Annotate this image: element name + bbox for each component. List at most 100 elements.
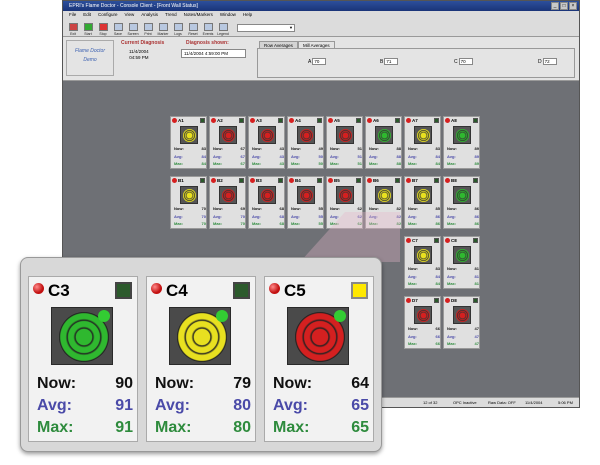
- events-button[interactable]: Events: [201, 20, 215, 36]
- burner-stats: Now: 68 Avg: 68 Max: 68: [252, 205, 284, 228]
- stat-label: Max:: [213, 161, 223, 166]
- menu-view[interactable]: View: [125, 11, 135, 19]
- burner-tile[interactable]: A8 Now: 89 Avg: 89 Max: 89: [443, 116, 480, 169]
- menu-bar: File Edit Configure View Analysis Trend Notes/…: [63, 11, 579, 19]
- menu-edit[interactable]: Edit: [83, 11, 91, 19]
- stop-button[interactable]: Stop: [96, 20, 110, 36]
- stat-label: Now:: [369, 146, 379, 151]
- stat-row-avg: Avg: 70: [174, 213, 206, 221]
- burner-tile[interactable]: A4 Now: 49 Avg: 50 Max: 50: [287, 116, 324, 169]
- legend-button[interactable]: Legend: [216, 20, 230, 36]
- model-select[interactable]: [237, 23, 295, 32]
- zoomed-burner-tile[interactable]: C3 Now: 90 Avg: 91 Max: 91: [28, 276, 138, 442]
- stat-row-now: Now: 81: [447, 265, 479, 273]
- stat-value: 68: [279, 213, 284, 219]
- burner-tile[interactable]: A5 Now: 51 Avg: 51 Max: 51: [326, 116, 363, 169]
- exit-button[interactable]: Exit: [66, 20, 80, 36]
- save-button[interactable]: Save: [111, 20, 125, 36]
- menu-configure[interactable]: Configure: [98, 11, 118, 19]
- close-button[interactable]: ×: [569, 2, 577, 10]
- stat-label: Avg:: [155, 397, 190, 414]
- stat-label: Now:: [252, 206, 262, 211]
- app-name: Flame Doctor: [74, 48, 105, 54]
- indicator-icon: [98, 310, 110, 322]
- stat-label: Avg:: [408, 273, 417, 279]
- menu-window[interactable]: Window: [220, 11, 236, 19]
- stat-row-now: Now: 55: [291, 205, 323, 213]
- stat-label: Now:: [213, 206, 223, 211]
- stat-value: 84: [435, 281, 440, 286]
- maximize-button[interactable]: □: [560, 2, 568, 10]
- stat-label: Max:: [213, 221, 223, 226]
- menu-analysis[interactable]: Analysis: [141, 11, 158, 19]
- status-led-icon: [445, 298, 450, 303]
- flame-scanner-icon: [414, 186, 432, 204]
- status-led-icon: [367, 118, 372, 123]
- burner-tile[interactable]: A6 Now: 88 Avg: 88 Max: 88: [365, 116, 402, 169]
- status-square-icon: [356, 178, 361, 183]
- reset-button[interactable]: Reset: [186, 20, 200, 36]
- burner-tile[interactable]: D8 Now: 47 Avg: 47 Max: 47: [443, 296, 480, 349]
- burner-tile[interactable]: B3 Now: 68 Avg: 68 Max: 68: [248, 176, 285, 229]
- burner-tile[interactable]: A3 Now: 43 Avg: 43 Max: 43: [248, 116, 285, 169]
- burner-stats: Now: 69 Avg: 70 Max: 70: [213, 205, 245, 228]
- burner-tile[interactable]: B7 Now: 85 Avg: 86 Max: 86: [404, 176, 441, 229]
- stat-row-max: Max: 66: [408, 340, 440, 348]
- stat-value: 90: [115, 375, 133, 392]
- burner-tile[interactable]: C8 Now: 81 Avg: 81 Max: 81: [443, 236, 480, 289]
- menu-file[interactable]: File: [69, 11, 76, 19]
- burner-tile[interactable]: C7 Now: 83 Avg: 84 Max: 84: [404, 236, 441, 289]
- stat-label: Now:: [213, 146, 223, 151]
- flame-ring-icon: [378, 189, 391, 202]
- zoomed-burner-tile[interactable]: C4 Now: 79 Avg: 80 Max: 80: [146, 276, 256, 442]
- menu-notesmarkers[interactable]: Notes/Markers: [184, 11, 213, 19]
- stat-label: Max:: [447, 161, 457, 166]
- burner-tile[interactable]: B2 Now: 69 Avg: 70 Max: 70: [209, 176, 246, 229]
- flame-ring-icon: [339, 189, 352, 202]
- stat-label: Avg:: [447, 333, 456, 339]
- logs-button[interactable]: Logs: [171, 20, 185, 36]
- burner-tile[interactable]: B4 Now: 55 Avg: 55 Max: 55: [287, 176, 324, 229]
- burner-tile[interactable]: A7 Now: 83 Avg: 84 Max: 84: [404, 116, 441, 169]
- burner-tile[interactable]: A1 Now: 83 Avg: 84 Max: 84: [170, 116, 207, 169]
- print-label: Print: [144, 31, 152, 36]
- flame-scanner-icon: [297, 186, 315, 204]
- burner-tile[interactable]: B8 Now: 86 Avg: 86 Max: 86: [443, 176, 480, 229]
- stat-row-max: Max: 84: [408, 280, 440, 288]
- menu-trend[interactable]: Trend: [165, 11, 177, 19]
- screen-button[interactable]: Screen: [126, 20, 140, 36]
- status-square-icon: [115, 282, 132, 299]
- minimize-button[interactable]: _: [551, 2, 559, 10]
- burner-name: C8: [451, 238, 457, 243]
- start-icon: [83, 22, 93, 31]
- stat-row-now: Now: 88: [369, 145, 401, 153]
- start-button[interactable]: Start: [81, 20, 95, 36]
- marker-button[interactable]: Marker: [156, 20, 170, 36]
- print-button[interactable]: Print: [141, 20, 155, 36]
- stat-label: Now:: [447, 206, 457, 211]
- status-opc: OPC Inactive: [453, 400, 477, 405]
- burner-stats: Now: 66 Avg: 66 Max: 66: [408, 325, 440, 348]
- app-name-box: Flame Doctor Demo: [66, 40, 114, 76]
- burner-tile[interactable]: D7 Now: 66 Avg: 66 Max: 66: [404, 296, 441, 349]
- stat-value: 55: [318, 206, 323, 211]
- stat-row-now: Now: 83: [408, 265, 440, 273]
- diagnosis-select[interactable]: 11/4/2004 4:59:00 PM: [181, 49, 246, 58]
- status-led-icon: [172, 118, 177, 123]
- stat-row-now: Now: 49: [291, 145, 323, 153]
- stat-row-max: Max: 43: [252, 160, 284, 168]
- stat-row-now: Now: 66: [408, 325, 440, 333]
- burner-tile[interactable]: B1 Now: 70 Avg: 70 Max: 70: [170, 176, 207, 229]
- average-label: C: [454, 58, 458, 65]
- stat-value: 84: [201, 153, 206, 159]
- stat-row-avg: Avg: 88: [369, 153, 401, 161]
- flame-scanner-icon: [219, 126, 237, 144]
- burner-name: A7: [412, 118, 418, 123]
- stat-value: 51: [357, 146, 362, 151]
- status-square-icon: [356, 118, 361, 123]
- stat-label: Now:: [330, 206, 340, 211]
- zoomed-burner-tile[interactable]: C5 Now: 64 Avg: 65 Max: 65: [264, 276, 374, 442]
- burner-tile[interactable]: A2 Now: 67 Avg: 67 Max: 67: [209, 116, 246, 169]
- stat-value: 70: [240, 213, 245, 219]
- menu-help[interactable]: Help: [243, 11, 252, 19]
